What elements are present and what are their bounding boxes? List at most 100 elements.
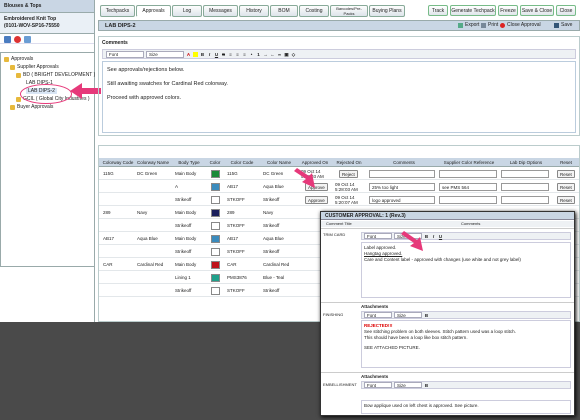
tree-label: Buyer Approvals xyxy=(17,104,54,110)
text-color-icon[interactable]: A xyxy=(186,52,191,57)
bold-icon[interactable]: B xyxy=(424,313,429,318)
color-swatch xyxy=(211,209,220,217)
comments-input[interactable]: logo approved xyxy=(369,196,435,204)
tab-log[interactable]: Log xyxy=(172,5,202,17)
supplier-ref-input[interactable]: see PMS 564 xyxy=(439,183,497,191)
tab-costing[interactable]: Costing xyxy=(299,5,329,17)
size-select[interactable]: Size xyxy=(394,382,422,388)
close-button[interactable]: Close xyxy=(556,5,576,16)
section-label: EMBELLISHMENT xyxy=(323,382,357,387)
print-action[interactable]: Print xyxy=(481,22,498,28)
col-approved-on: Approved On xyxy=(301,160,329,165)
size-select[interactable]: Size xyxy=(146,50,184,58)
tab-history[interactable]: History xyxy=(239,5,269,17)
save-action[interactable]: Save xyxy=(554,22,572,28)
lab-dip-options-select[interactable] xyxy=(501,170,549,178)
freeze-button[interactable]: Freeze xyxy=(498,5,518,16)
comments-editor[interactable]: See approvals/rejections below. Still aw… xyxy=(102,61,576,133)
reset-button[interactable]: Reset xyxy=(557,183,575,191)
grid-header: Colorway Code Colorway Name Body Type Co… xyxy=(99,158,579,167)
tree-node-bd[interactable]: BD ( BRIGHT DEVELOPMENT ) xyxy=(16,72,95,78)
cell-colorway-code: 115G xyxy=(103,171,114,176)
tree-label: BD ( BRIGHT DEVELOPMENT ) xyxy=(23,72,96,78)
cell-color-code: STKOFF xyxy=(227,249,245,254)
strike-icon[interactable]: S xyxy=(221,52,226,57)
tab-buying-plans[interactable]: Buying Plans xyxy=(369,5,405,17)
reset-button[interactable]: Reset xyxy=(557,196,575,204)
generate-techpack-button[interactable]: Generate Techpack xyxy=(450,5,496,16)
comments-input[interactable]: 25% too light xyxy=(369,183,435,191)
delete-icon[interactable] xyxy=(14,36,21,43)
highlight-icon[interactable] xyxy=(193,51,198,57)
finishing-comments[interactable]: REJECTED!!! See stitching problem on bot… xyxy=(361,320,571,368)
color-swatch xyxy=(211,196,220,204)
supplier-ref-input[interactable] xyxy=(439,170,497,178)
number-list-icon[interactable]: 1 xyxy=(256,52,261,57)
italic-icon[interactable]: I xyxy=(431,234,436,239)
tab-messages[interactable]: Messages xyxy=(203,5,238,17)
cell-color-code: PMS3876 xyxy=(227,275,247,280)
indent-icon[interactable]: → xyxy=(263,52,268,57)
close-approval-label: Close Approval xyxy=(507,22,541,28)
col-comment-title: Comment Title xyxy=(326,221,352,226)
image-icon[interactable]: ▣ xyxy=(284,52,289,57)
popup-editor-toolbar: Font Size B I U xyxy=(361,232,571,240)
col-color-code: Color Code xyxy=(230,160,254,165)
font-select[interactable]: Font xyxy=(364,233,392,239)
approve-button[interactable]: Approve xyxy=(305,196,328,204)
bullet-list-icon[interactable]: • xyxy=(249,52,254,57)
color-swatch xyxy=(211,222,220,230)
italic-icon[interactable]: I xyxy=(207,52,212,57)
tree-node-supplier-approvals[interactable]: Supplier Approvals xyxy=(10,64,59,70)
align-right-icon[interactable]: ≡ xyxy=(242,52,247,57)
cell-rejected-on: 09 Oct 14 5:28:03 AM xyxy=(335,182,358,192)
save-close-button[interactable]: Save & Close xyxy=(520,5,554,16)
attachments-label: Attachments xyxy=(361,304,389,309)
bold-icon[interactable]: B xyxy=(200,52,205,57)
section-label: FINISHING xyxy=(323,312,344,317)
tab-barcodes[interactable]: Barcodes/Pre-Packs xyxy=(330,5,368,17)
cell-body-type: Main Body xyxy=(175,171,197,176)
underline-icon[interactable]: U xyxy=(214,52,219,57)
font-select[interactable]: Font xyxy=(106,50,144,58)
align-center-icon[interactable]: ≡ xyxy=(235,52,240,57)
align-left-icon[interactable]: ≡ xyxy=(228,52,233,57)
underline-icon[interactable]: U xyxy=(438,234,443,239)
cell-color-name: Strikeoff xyxy=(263,197,280,202)
cell-color-code: 289 xyxy=(227,210,235,215)
outdent-icon[interactable]: ← xyxy=(270,52,275,57)
embellishment-comments[interactable]: Bow applique used on left chest is appro… xyxy=(361,400,571,414)
color-swatch xyxy=(211,248,220,256)
reject-button[interactable]: Reject xyxy=(339,170,358,178)
cell-color-name: Navy xyxy=(263,210,274,215)
lab-dip-options-select[interactable] xyxy=(501,183,549,191)
font-select[interactable]: Font xyxy=(364,382,392,388)
tree-node-buyer-approvals[interactable]: Buyer Approvals xyxy=(10,104,53,110)
bold-icon[interactable]: B xyxy=(424,383,429,388)
source-icon[interactable]: ◇ xyxy=(291,52,296,57)
trim-card-comments[interactable]: Label approved. Hangtag approved. Care a… xyxy=(361,242,571,298)
cell-body-type: Lining 1 xyxy=(175,275,191,280)
lab-dip-options-select[interactable] xyxy=(501,196,549,204)
font-select[interactable]: Font xyxy=(364,312,392,318)
link-icon[interactable]: ∞ xyxy=(277,52,282,57)
new-icon[interactable] xyxy=(4,36,11,43)
cell-color-name: Cardinal Red xyxy=(263,262,290,267)
section-embellishment: Attachments EMBELLISHMENT Font Size B Bo… xyxy=(321,372,574,416)
supplier-ref-input[interactable] xyxy=(439,196,497,204)
reset-button[interactable]: Reset xyxy=(557,170,575,178)
refresh-icon[interactable] xyxy=(24,36,31,43)
col-color: Color xyxy=(209,160,221,165)
tab-approvals[interactable]: Approvals xyxy=(136,5,171,17)
comments-box: Comments Font Size A B I U S ≡ ≡ ≡ • 1 →… xyxy=(98,36,580,136)
track-button[interactable]: Track xyxy=(428,5,448,16)
comments-input[interactable] xyxy=(369,170,435,178)
tree-node-approvals[interactable]: Approvals xyxy=(4,56,33,62)
cell-body-type: Strikeoff xyxy=(175,249,192,254)
close-circle-icon xyxy=(500,22,505,28)
close-approval-action[interactable]: Close Approval xyxy=(500,22,541,28)
tab-techpacks[interactable]: Techpacks xyxy=(100,5,135,17)
tab-bom[interactable]: BOM xyxy=(270,5,298,17)
export-action[interactable]: Export xyxy=(458,22,479,28)
size-select[interactable]: Size xyxy=(394,312,422,318)
